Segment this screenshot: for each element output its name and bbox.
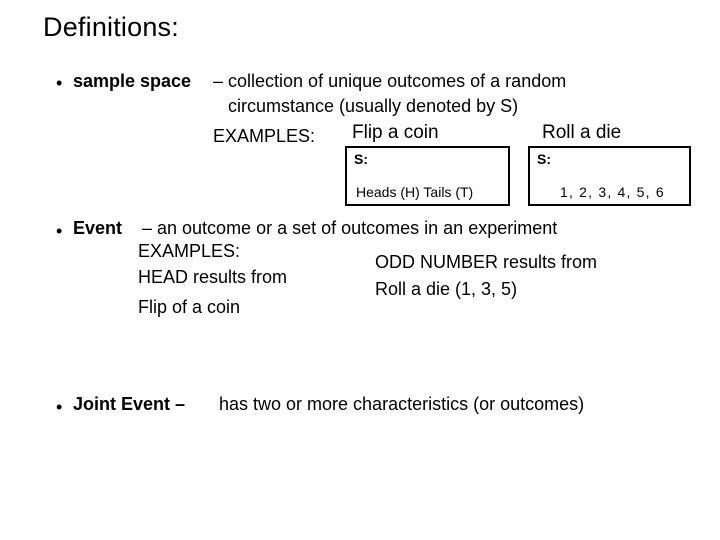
event-example-right-line2: Roll a die (1, 3, 5) (375, 279, 518, 299)
examples-label-sample-space: EXAMPLES: (213, 126, 316, 146)
outcomes-die: 1, 2, 3, 4, 5, 6 (560, 184, 665, 200)
slide-canvas: Definitions: • sample space – collection… (0, 0, 720, 540)
set-label-coin: S: (354, 151, 368, 167)
term-joint-event: Joint Event – (73, 394, 186, 414)
event-example-left-line1: HEAD results from (138, 267, 288, 287)
definition-sample-space-line1: – collection of unique outcomes of a ran… (213, 71, 567, 91)
bullet-marker-sample-space: • (56, 73, 63, 93)
event-example-right-line1: ODD NUMBER results from (375, 252, 598, 272)
examples-label-event: EXAMPLES: (138, 241, 241, 261)
bullet-marker-joint-event: • (56, 397, 63, 417)
sample-space-box-flip-a-coin: S: Heads (H) Tails (T) (345, 146, 510, 206)
box-caption-roll-a-die: Roll a die (542, 122, 622, 143)
sample-space-box-roll-a-die: S: 1, 2, 3, 4, 5, 6 (528, 146, 691, 206)
page-title: Definitions: (43, 12, 179, 42)
term-sample-space: sample space (73, 71, 192, 91)
definition-joint-event: has two or more characteristics (or outc… (219, 394, 585, 414)
definition-sample-space-line2: circumstance (usually denoted by S) (228, 96, 519, 116)
set-label-die: S: (537, 151, 551, 167)
definition-event: – an outcome or a set of outcomes in an … (142, 218, 558, 238)
event-example-left-line2: Flip of a coin (138, 297, 241, 317)
outcomes-coin: Heads (H) Tails (T) (356, 184, 474, 200)
term-event: Event (73, 218, 123, 238)
bullet-marker-event: • (56, 221, 63, 241)
box-caption-flip-a-coin: Flip a coin (352, 122, 439, 143)
